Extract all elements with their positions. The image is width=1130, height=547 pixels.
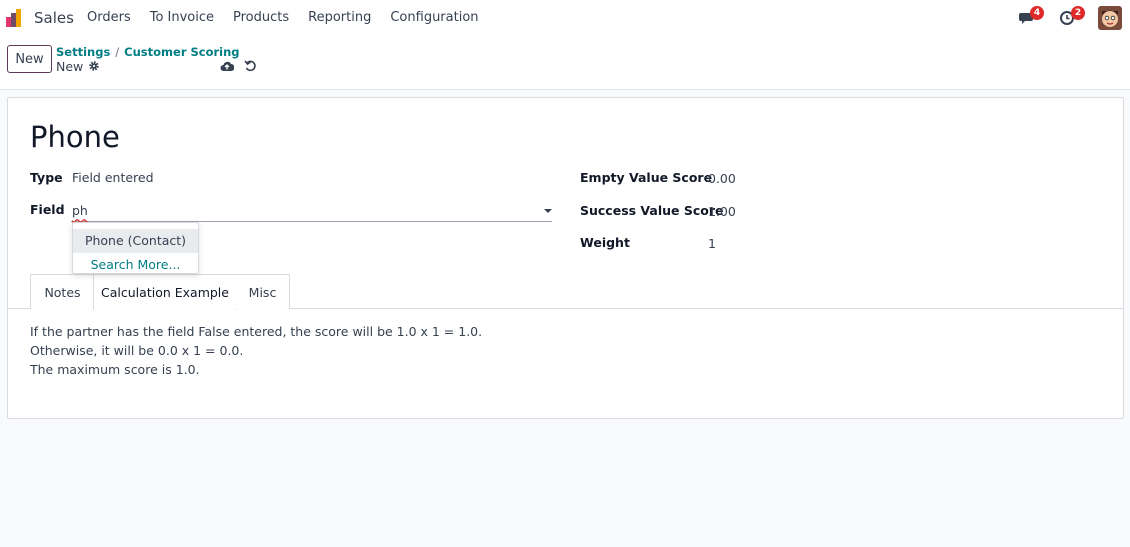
tab-misc[interactable]: Misc: [236, 274, 290, 309]
tab-calculation-example[interactable]: Calculation Example: [93, 274, 237, 310]
explanation-line-2: Otherwise, it will be 0.0 x 1 = 0.0.: [30, 343, 244, 358]
record-title[interactable]: Phone: [30, 120, 120, 154]
messages-badge: 4: [1030, 6, 1044, 20]
weight-value[interactable]: 1: [708, 236, 716, 251]
type-value[interactable]: Field entered: [72, 170, 154, 185]
breadcrumb: Settings / Customer Scoring: [56, 45, 240, 59]
messages-button[interactable]: 4: [1019, 6, 1044, 27]
weight-label: Weight: [580, 235, 630, 250]
success-value-score-value[interactable]: 1.00: [708, 204, 736, 219]
field-input[interactable]: ph: [71, 201, 552, 222]
user-avatar[interactable]: [1098, 6, 1122, 30]
activities-badge: 2: [1071, 6, 1085, 20]
sales-app-icon[interactable]: [6, 8, 26, 28]
menu-products[interactable]: Products: [233, 10, 289, 25]
field-label: Field: [30, 202, 65, 217]
empty-value-score-value[interactable]: 0.00: [708, 171, 736, 186]
control-panel: New Settings / Customer Scoring New: [0, 36, 1130, 90]
breadcrumb-settings[interactable]: Settings: [56, 45, 110, 59]
explanation-line-3: The maximum score is 1.0.: [30, 362, 200, 377]
breadcrumb-separator: /: [115, 45, 120, 59]
menu-configuration[interactable]: Configuration: [390, 10, 478, 25]
menu-reporting[interactable]: Reporting: [308, 10, 371, 25]
breadcrumb-customer-scoring[interactable]: Customer Scoring: [124, 45, 239, 59]
undo-icon[interactable]: [244, 59, 257, 72]
field-input-text[interactable]: ph: [72, 203, 88, 218]
notebook-tabs: Notes Calculation Example Misc: [8, 274, 1123, 310]
caret-down-icon[interactable]: [544, 209, 552, 213]
empty-value-score-label: Empty Value Score: [580, 170, 713, 185]
gear-icon[interactable]: [88, 60, 100, 72]
dropdown-search-more[interactable]: Search More...: [73, 253, 198, 277]
top-navbar: Sales Orders To Invoice Products Reporti…: [0, 0, 1130, 36]
form-sheet: Phone Type Field entered Field ph Empty …: [7, 97, 1124, 419]
field-autocomplete-dropdown: Phone (Contact) Search More...: [72, 222, 199, 274]
cloud-upload-icon[interactable]: [220, 60, 234, 72]
menu-orders[interactable]: Orders: [87, 10, 131, 25]
type-label: Type: [30, 170, 63, 185]
record-name: New: [56, 59, 84, 74]
activities-button[interactable]: 2: [1060, 6, 1085, 27]
tab-notes[interactable]: Notes: [30, 274, 94, 309]
dropdown-option-phone-contact[interactable]: Phone (Contact): [73, 229, 198, 253]
app-name[interactable]: Sales: [34, 9, 74, 27]
main-menu: Orders To Invoice Products Reporting Con…: [87, 10, 498, 25]
menu-to-invoice[interactable]: To Invoice: [150, 10, 214, 25]
new-button[interactable]: New: [7, 45, 52, 73]
explanation-line-1: If the partner has the field False enter…: [30, 324, 483, 339]
success-value-score-label: Success Value Score: [580, 203, 724, 218]
